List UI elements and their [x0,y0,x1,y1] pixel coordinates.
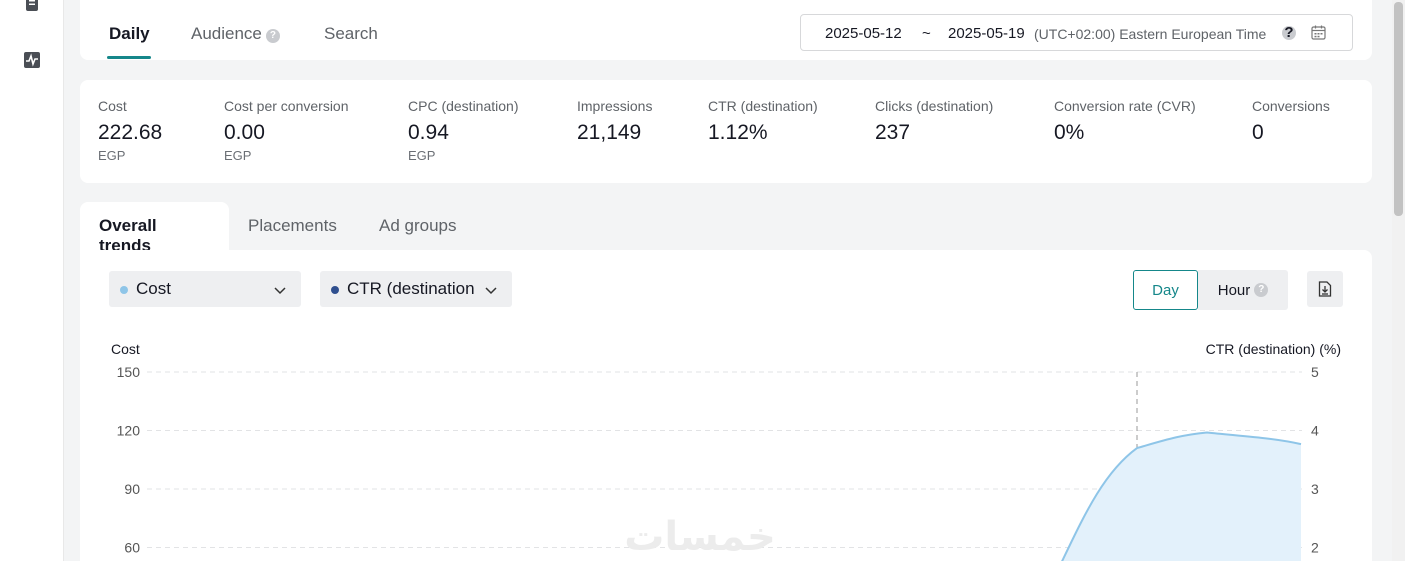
tab-placements[interactable]: Placements [229,202,356,250]
metric-label: Conversion rate (CVR) [1054,98,1196,114]
trend-chart: 150 5 120 4 90 3 60 2 خمسات [117,364,1319,561]
metric-label: Cost [98,98,127,114]
metric-value: 0 [1252,121,1264,144]
granularity-day-button[interactable]: Day [1133,270,1198,310]
metric-value: 222.68 [98,121,163,144]
metrics-summary: Cost 222.68 EGP Cost per conversion 0.00… [80,80,1372,183]
left-rail [0,0,64,561]
date-separator: ~ [922,25,931,42]
granularity-hour-button[interactable]: Hour? [1198,270,1288,310]
page-scrollbar[interactable] [1392,0,1405,561]
granularity-hour-label: Hour [1217,281,1251,299]
primary-metric-dot [120,286,128,294]
help-icon: ? [265,29,280,43]
active-tab-indicator [107,56,151,59]
metric-cvr[interactable]: Conversion rate (CVR) 0% [1054,98,1196,145]
right-tick-label: 3 [1311,481,1319,497]
primary-metric-select[interactable]: Cost [109,271,301,307]
tab-ad-groups[interactable]: Ad groups [360,202,476,250]
watermark-text: خمسات [624,514,776,560]
tab-daily[interactable]: Daily [109,24,150,44]
tab-search[interactable]: Search [324,24,378,44]
metric-label: Clicks (destination) [875,98,994,114]
metric-cost[interactable]: Cost 222.68 EGP [98,98,162,163]
activity-icon[interactable] [22,50,42,70]
calendar-icon[interactable] [1311,25,1326,40]
timezone-label: (UTC+02:00) Eastern European Time [1034,26,1267,42]
chevron-down-icon [485,287,497,295]
metric-clicks[interactable]: Clicks (destination) 237 [875,98,993,145]
metric-value: 0.00 [224,121,265,144]
secondary-metric-label: CTR (destination [347,279,475,298]
left-tick-label: 150 [117,364,141,380]
tab-audience-label: Audience [191,24,262,43]
right-tick-label: 4 [1311,423,1319,439]
document-icon[interactable] [22,0,42,14]
metric-label: Cost per conversion [224,98,349,114]
right-tick-label: 2 [1311,540,1319,556]
timezone-help-icon[interactable]: ? [1282,25,1296,40]
left-tick-label: 90 [124,481,140,497]
metric-label: Conversions [1252,98,1330,114]
export-button[interactable] [1307,271,1343,307]
metric-conversions[interactable]: Conversions 0 [1252,98,1330,145]
date-range-picker[interactable]: 2025-05-12 ~ 2025-05-19 (UTC+02:00) East… [800,14,1353,51]
trend-chart-card: Cost CTR (destination Day Hour? Cost CTR… [80,250,1372,561]
chevron-down-icon [274,287,286,295]
metric-value: 237 [875,121,911,144]
metric-label: CPC (destination) [408,98,519,114]
metric-value: 21,149 [577,121,642,144]
metric-value: 0.94 [408,121,449,144]
left-tick-label: 120 [117,423,141,439]
left-tick-label: 60 [124,540,140,556]
tab-overall-trends[interactable]: Overall trends [80,202,229,255]
metric-cost-per-conversion[interactable]: Cost per conversion 0.00 EGP [224,98,349,163]
export-icon [1318,281,1332,297]
metric-cpc[interactable]: CPC (destination) 0.94 EGP [408,98,519,163]
primary-metric-label: Cost [136,279,171,298]
metric-value: 0% [1054,121,1085,144]
date-start: 2025-05-12 [825,25,902,42]
metric-unit: EGP [98,148,126,163]
scrollbar-thumb[interactable] [1394,2,1403,216]
trend-tabs: Overall trends Placements Ad groups [80,202,1372,255]
date-end: 2025-05-19 [948,25,1025,42]
cost-series-area [1062,432,1301,561]
metric-ctr[interactable]: CTR (destination) 1.12% [708,98,818,145]
secondary-metric-select[interactable]: CTR (destination [320,271,512,307]
metric-unit: EGP [224,148,252,163]
tab-audience[interactable]: Audience? [191,24,280,44]
metric-unit: EGP [408,148,436,163]
metric-value: 1.12% [708,121,768,144]
metric-label: Impressions [577,98,653,114]
right-tick-label: 5 [1311,364,1319,380]
metric-impressions[interactable]: Impressions 21,149 [577,98,652,145]
metric-label: CTR (destination) [708,98,818,114]
help-icon: ? [1254,283,1269,297]
secondary-metric-dot [331,286,339,294]
